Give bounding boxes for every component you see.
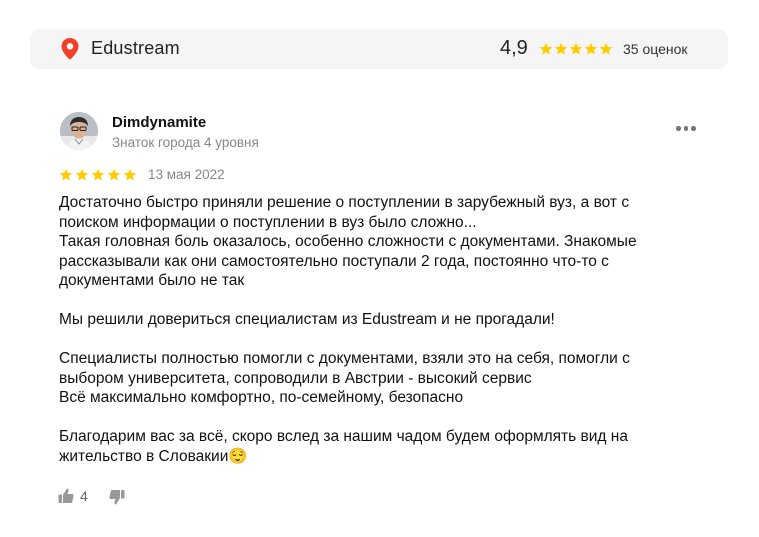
- review-text: Достаточно быстро приняли решение о пост…: [59, 193, 699, 466]
- organization-name[interactable]: Edustream: [91, 38, 180, 59]
- more-dots-icon: [676, 126, 681, 131]
- star-icon: [107, 168, 121, 181]
- review-text-line: Мы решили довериться специалистам из Edu…: [59, 311, 555, 328]
- avatar[interactable]: [60, 112, 98, 150]
- rating-value: 4,9: [500, 37, 528, 59]
- star-icon: [599, 42, 613, 55]
- review-rating-stars: [59, 168, 137, 182]
- more-options-button[interactable]: [676, 126, 698, 134]
- author-name[interactable]: Dimdynamite: [112, 114, 206, 131]
- review-count[interactable]: 35 оценок: [623, 41, 688, 57]
- review-text-line: Благодарим вас за всё, скоро вслед за на…: [59, 428, 628, 445]
- review-text-line: документами было не так: [59, 272, 245, 289]
- author-level: Знаток города 4 уровня: [112, 135, 259, 150]
- like-button[interactable]: 4: [58, 488, 88, 504]
- like-count: 4: [80, 488, 88, 504]
- review-text-line: жительство в Словакии😌: [59, 447, 248, 465]
- thumbs-up-icon: [58, 488, 74, 503]
- map-pin-icon: [61, 38, 79, 60]
- star-icon: [584, 42, 598, 55]
- more-dot: [691, 126, 696, 131]
- review-text-line: выбором университета, сопроводили в Авст…: [59, 369, 532, 387]
- thumbs-down-icon[interactable]: [109, 489, 125, 505]
- more-dot: [683, 126, 688, 131]
- organization-header: Edustream 4,9 35 оценок: [30, 29, 728, 69]
- review-text-line: рассказывали как они самостоятельно пост…: [59, 252, 609, 270]
- avatar-image: [60, 112, 98, 150]
- review-text-line: Специалисты полностью помогли с документ…: [59, 350, 630, 367]
- star-icon: [554, 42, 568, 55]
- star-icon: [539, 42, 553, 55]
- review-date: 13 мая 2022: [148, 167, 225, 182]
- star-icon: [59, 168, 73, 181]
- star-icon: [91, 168, 105, 181]
- star-icon: [123, 168, 137, 181]
- review-text-line: поиском информации о поступлении в вуз б…: [59, 213, 477, 231]
- review-text-line: Такая головная боль оказалось, особенно …: [59, 233, 637, 250]
- star-icon: [569, 42, 583, 55]
- star-icon: [75, 168, 89, 181]
- header-rating-stars: [539, 42, 613, 56]
- review-text-line: Всё максимально комфортно, по-семейному,…: [59, 389, 464, 406]
- review-text-line: Достаточно быстро приняли решение о пост…: [59, 194, 630, 211]
